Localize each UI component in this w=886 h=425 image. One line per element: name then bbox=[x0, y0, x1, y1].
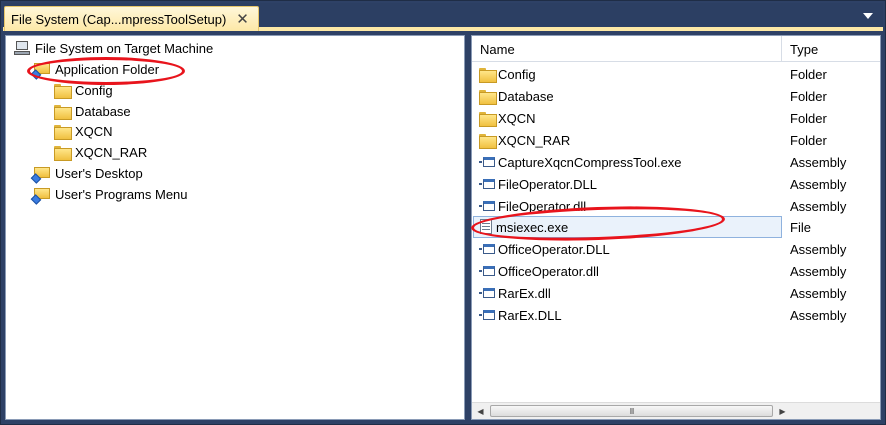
tree-item-label: XQCN_RAR bbox=[75, 144, 148, 160]
tree-item-label: User's Desktop bbox=[55, 165, 143, 181]
tree-item-database[interactable]: Database bbox=[54, 101, 131, 121]
folder-icon bbox=[54, 104, 72, 120]
computer-icon bbox=[14, 41, 30, 55]
item-type: Assembly bbox=[790, 241, 847, 257]
document-tab-strip: File System (Cap...mpressToolSetup) ✕ bbox=[3, 3, 883, 31]
scrollbar-corner bbox=[792, 403, 880, 419]
item-name: Config bbox=[498, 66, 536, 82]
list-item[interactable]: Config Folder bbox=[472, 63, 880, 85]
item-type: Folder bbox=[790, 88, 827, 104]
tree-item-label: Config bbox=[75, 82, 113, 98]
file-icon bbox=[479, 219, 493, 235]
file-list: Name Type Config Folder Database Folder … bbox=[471, 35, 881, 420]
folder-icon bbox=[54, 124, 72, 140]
list-item[interactable]: CaptureXqcnCompressTool.exe Assembly bbox=[472, 151, 880, 173]
list-item[interactable]: OfficeOperator.dll Assembly bbox=[472, 260, 880, 282]
special-folder-icon bbox=[30, 62, 50, 80]
assembly-icon bbox=[479, 178, 495, 190]
item-type: Assembly bbox=[790, 176, 847, 192]
item-type: File bbox=[790, 219, 811, 235]
folder-icon bbox=[479, 67, 497, 83]
list-item[interactable]: RarEx.dll Assembly bbox=[472, 282, 880, 304]
folder-icon bbox=[479, 133, 497, 149]
item-name: CaptureXqcnCompressTool.exe bbox=[498, 154, 682, 170]
item-type: Assembly bbox=[790, 285, 847, 301]
assembly-icon bbox=[479, 309, 495, 321]
folder-icon bbox=[54, 145, 72, 161]
list-item-selected[interactable]: msiexec.exe File bbox=[472, 216, 880, 238]
item-type: Assembly bbox=[790, 198, 847, 214]
column-header-type[interactable]: Type bbox=[783, 36, 880, 62]
assembly-icon bbox=[479, 200, 495, 212]
item-name: OfficeOperator.dll bbox=[498, 263, 599, 279]
tree-item-label: XQCN bbox=[75, 123, 113, 139]
item-name: FileOperator.DLL bbox=[498, 176, 597, 192]
scrollbar-thumb[interactable]: III bbox=[490, 405, 773, 417]
scroll-right-icon[interactable]: ▶ bbox=[774, 403, 791, 419]
item-name: OfficeOperator.DLL bbox=[498, 241, 610, 257]
close-icon[interactable]: ✕ bbox=[236, 12, 249, 27]
tree-item-label: Database bbox=[75, 103, 131, 119]
assembly-icon bbox=[479, 243, 495, 255]
tree-item-label: Application Folder bbox=[55, 61, 160, 77]
assembly-icon bbox=[479, 156, 495, 168]
special-folder-icon bbox=[30, 187, 50, 205]
tree-item-config[interactable]: Config bbox=[54, 80, 113, 100]
item-type: Folder bbox=[790, 132, 827, 148]
item-type: Folder bbox=[790, 66, 827, 82]
item-name: Database bbox=[498, 88, 554, 104]
folder-icon bbox=[479, 111, 497, 127]
tree-item-xqcn[interactable]: XQCN bbox=[54, 121, 113, 141]
folder-icon bbox=[54, 83, 72, 99]
list-header: Name Type bbox=[472, 36, 880, 62]
item-name: FileOperator.dll bbox=[498, 198, 587, 214]
list-item[interactable]: FileOperator.DLL Assembly bbox=[472, 173, 880, 195]
chevron-down-icon[interactable] bbox=[863, 13, 873, 19]
horizontal-scrollbar[interactable]: ◀ III ▶ bbox=[472, 402, 880, 419]
list-item[interactable]: XQCN Folder bbox=[472, 107, 880, 129]
tree-item-label: File System on Target Machine bbox=[35, 40, 214, 56]
item-type: Assembly bbox=[790, 307, 847, 323]
item-name: RarEx.DLL bbox=[498, 307, 562, 323]
scroll-left-icon[interactable]: ◀ bbox=[472, 403, 489, 419]
list-item[interactable]: XQCN_RAR Folder bbox=[472, 129, 880, 151]
list-item[interactable]: RarEx.DLL Assembly bbox=[472, 304, 880, 326]
file-system-tree: File System on Target Machine Applicatio… bbox=[5, 35, 465, 420]
item-name: msiexec.exe bbox=[496, 219, 569, 235]
item-type: Folder bbox=[790, 110, 827, 126]
assembly-icon bbox=[479, 265, 495, 277]
tree-item-root[interactable]: File System on Target Machine bbox=[14, 38, 213, 58]
list-item[interactable]: Database Folder bbox=[472, 85, 880, 107]
tab-file-system[interactable]: File System (Cap...mpressToolSetup) ✕ bbox=[4, 6, 259, 31]
folder-icon bbox=[479, 89, 497, 105]
item-name: XQCN bbox=[498, 110, 536, 126]
tree-item-xqcn-rar[interactable]: XQCN_RAR bbox=[54, 142, 147, 162]
tree-item-label: User's Programs Menu bbox=[55, 186, 188, 202]
list-item[interactable]: FileOperator.dll Assembly bbox=[472, 195, 880, 217]
item-name: RarEx.dll bbox=[498, 285, 551, 301]
assembly-icon bbox=[479, 287, 495, 299]
special-folder-icon bbox=[30, 166, 50, 184]
item-type: Assembly bbox=[790, 154, 847, 170]
column-header-name[interactable]: Name bbox=[472, 36, 782, 62]
tree-item-users-desktop[interactable]: User's Desktop bbox=[30, 163, 143, 184]
item-type: Assembly bbox=[790, 263, 847, 279]
list-item[interactable]: OfficeOperator.DLL Assembly bbox=[472, 238, 880, 260]
tree-item-application-folder[interactable]: Application Folder bbox=[30, 59, 160, 80]
tab-label: File System (Cap...mpressToolSetup) bbox=[11, 11, 227, 27]
item-name: XQCN_RAR bbox=[498, 132, 571, 148]
ide-document-window: File System (Cap...mpressToolSetup) ✕ Fi… bbox=[0, 0, 886, 425]
tree-item-users-programs-menu[interactable]: User's Programs Menu bbox=[30, 184, 188, 205]
